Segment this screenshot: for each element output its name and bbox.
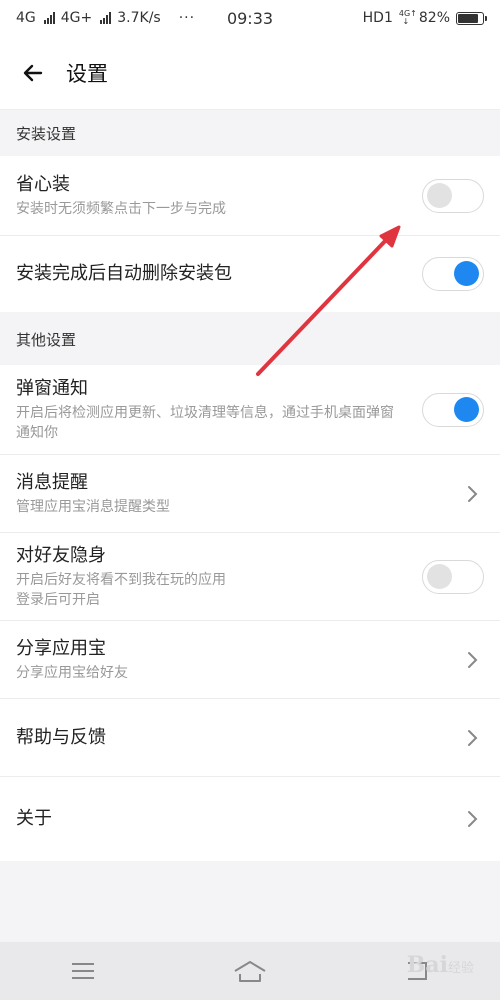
menu-icon[interactable] (53, 951, 113, 991)
setting-row-message-reminder[interactable]: 消息提醒 管理应用宝消息提醒类型 (0, 455, 500, 533)
setting-title: 帮助与反馈 (16, 726, 106, 748)
setting-subtitle: 开启后好友将看不到我在玩的应用 (16, 571, 226, 588)
battery-percent: 82% (418, 10, 450, 26)
carrier-2: 4G+ (60, 10, 93, 26)
setting-row-help-feedback[interactable]: 帮助与反馈 (0, 699, 500, 777)
setting-row-share-app[interactable]: 分享应用宝 分享应用宝给好友 (0, 621, 500, 699)
setting-title: 弹窗通知 (16, 377, 88, 399)
mobile-data-icon: 4G↑ ↓ (398, 9, 417, 26)
signal-icon (43, 12, 55, 24)
chevron-right-icon (468, 811, 478, 827)
setting-title: 对好友隐身 (16, 544, 106, 566)
setting-row-about[interactable]: 关于 (0, 777, 500, 861)
battery-icon (456, 11, 487, 25)
chevron-right-icon (468, 730, 478, 746)
setting-row-worry-free-install[interactable]: 省心装 安装时无须频繁点击下一步与完成 (0, 156, 500, 236)
chevron-right-icon (468, 652, 478, 668)
setting-title: 分享应用宝 (16, 637, 106, 659)
setting-subtitle: 管理应用宝消息提醒类型 (16, 498, 170, 515)
status-bar: 4G 4G+ 3.7K/s ··· 09:33 HD1 4G↑ ↓ 82% (0, 0, 500, 36)
network-speed: 3.7K/s (117, 10, 161, 26)
signal-icon (100, 12, 112, 24)
section-header-other: 其他设置 (0, 313, 500, 365)
app-header: 设置 (0, 36, 500, 110)
worry-free-install-toggle[interactable] (422, 179, 484, 213)
setting-title: 安装完成后自动删除安装包 (16, 263, 232, 284)
setting-row-auto-delete-package[interactable]: 安装完成后自动删除安装包 (0, 236, 500, 312)
section-header-install: 安装设置 (0, 110, 500, 156)
setting-row-popup-notify[interactable]: 弹窗通知 开启后将检测应用更新、垃圾清理等信息，通过手机桌面弹窗通知你 (0, 365, 500, 455)
install-settings-list: 省心装 安装时无须频繁点击下一步与完成 安装完成后自动删除安装包 (0, 156, 500, 312)
setting-title: 关于 (16, 808, 52, 829)
setting-subtitle-note: 登录后可开启 (16, 591, 100, 608)
setting-row-hide-from-friends[interactable]: 对好友隐身 开启后好友将看不到我在玩的应用 登录后可开启 (0, 533, 500, 621)
hide-from-friends-toggle[interactable] (422, 560, 484, 594)
baidu-watermark: Bai经验 (406, 952, 474, 978)
chevron-right-icon (468, 486, 478, 502)
setting-subtitle: 分享应用宝给好友 (16, 664, 128, 681)
more-notifications-icon: ··· (178, 10, 196, 26)
page-title: 设置 (66, 61, 108, 86)
hd-indicator: HD1 (362, 10, 393, 26)
carrier-1: 4G (16, 10, 36, 26)
other-settings-list: 弹窗通知 开启后将检测应用更新、垃圾清理等信息，通过手机桌面弹窗通知你 消息提醒… (0, 365, 500, 861)
home-icon[interactable] (220, 951, 280, 991)
setting-title: 省心装 (16, 173, 70, 195)
popup-notify-toggle[interactable] (422, 393, 484, 427)
setting-subtitle: 安装时无须频繁点击下一步与完成 (16, 200, 226, 217)
auto-delete-package-toggle[interactable] (422, 257, 484, 291)
setting-subtitle: 开启后将检测应用更新、垃圾清理等信息，通过手机桌面弹窗通知你 (16, 404, 394, 441)
back-arrow-icon[interactable] (18, 58, 48, 88)
setting-title: 消息提醒 (16, 471, 88, 493)
